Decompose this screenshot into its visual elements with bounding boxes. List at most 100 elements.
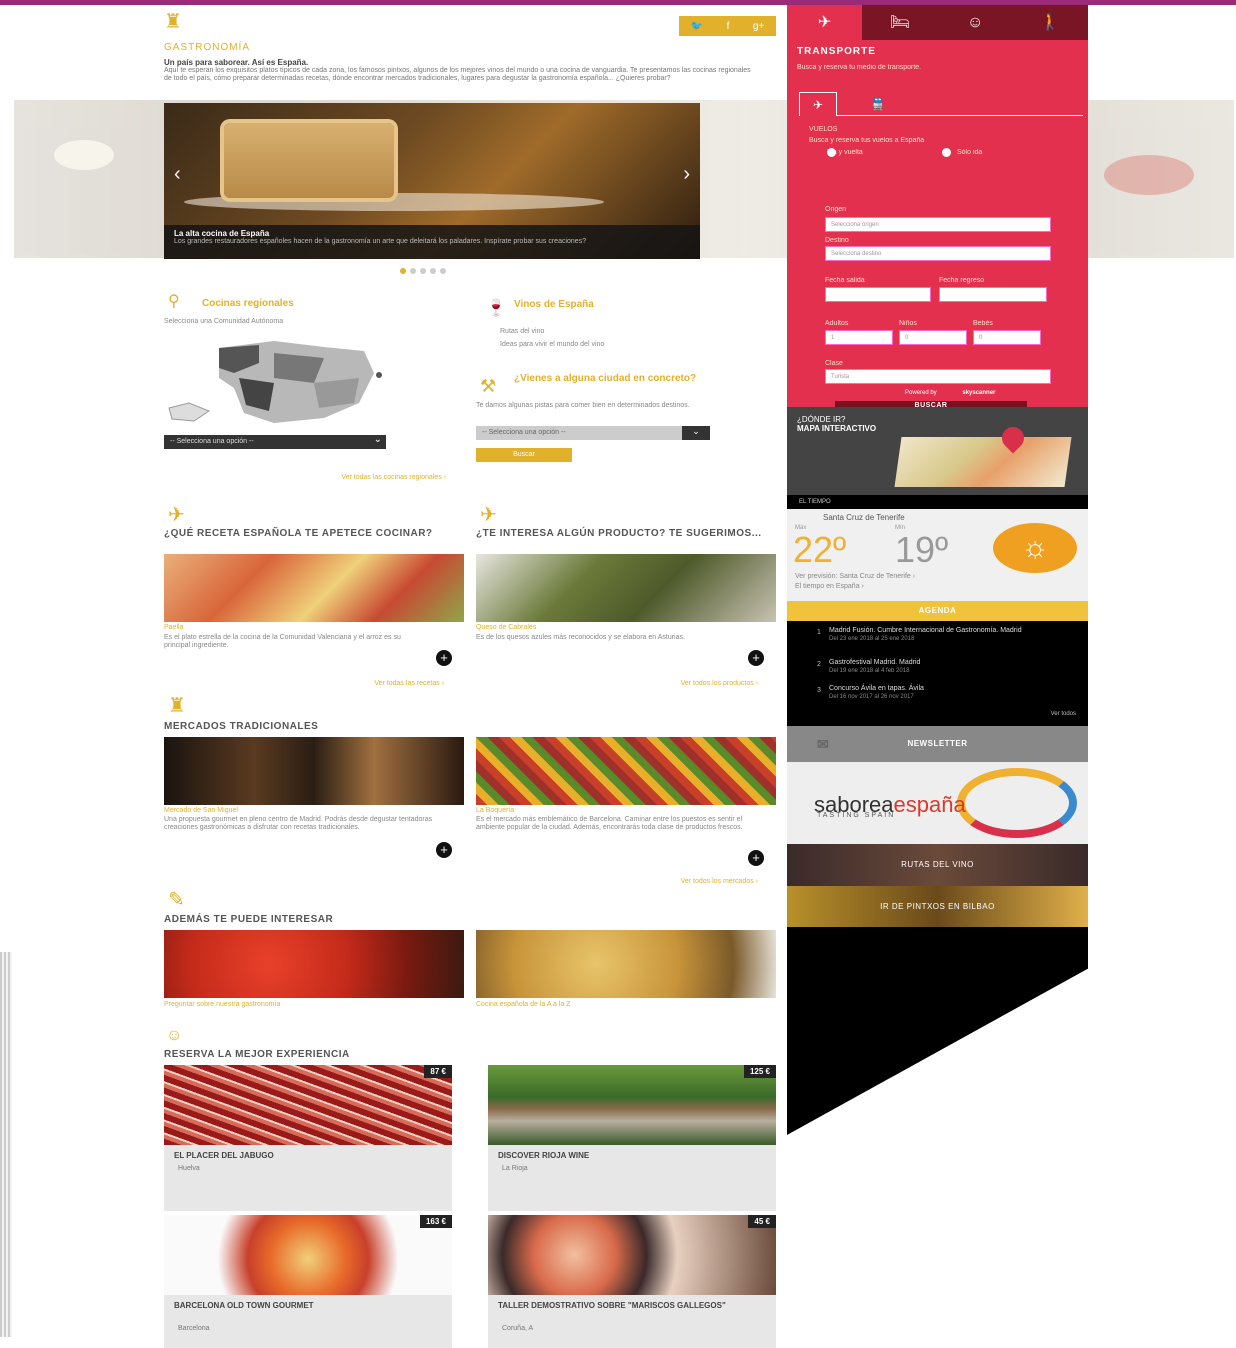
regional-select[interactable]: -- Selecciona una opción -- bbox=[164, 433, 386, 449]
agenda-title: AGENDA bbox=[787, 601, 1088, 621]
recipe-link[interactable]: Ver todas las recetas › bbox=[164, 680, 444, 687]
hero-slider[interactable]: ‹ › La alta cocina de España Los grandes… bbox=[164, 103, 700, 259]
radio-one-way-label[interactable]: Sólo ida bbox=[957, 149, 982, 156]
market-name[interactable]: La Boquería bbox=[476, 807, 514, 814]
wine-routes-banner[interactable]: RUTAS DEL VINO bbox=[787, 844, 1088, 886]
market-text: Es el mercado más emblemático de Barcelo… bbox=[476, 816, 743, 831]
slider-dot[interactable] bbox=[430, 268, 436, 274]
agenda-item-title: Concurso Ávila en tapas. Ávila bbox=[829, 685, 924, 692]
slider-dot[interactable] bbox=[400, 268, 406, 274]
map-label-1: ¿DÓNDE IR? bbox=[797, 415, 846, 424]
agenda-item-date: Del 16 nov 2017 al 26 nov 2017 bbox=[829, 694, 914, 700]
agenda-item[interactable]: Madrid Fusión. Cumbre Internacional de G… bbox=[829, 627, 1049, 643]
return-label: Fecha regreso bbox=[939, 277, 985, 284]
transport-subtitle: Busca y reserva tu medio de transporte. bbox=[797, 64, 922, 71]
experience-card[interactable]: 125 € DISCOVER RIOJA WINE La Rioja bbox=[488, 1065, 776, 1211]
product-link[interactable]: Ver todos los productos › bbox=[476, 680, 758, 687]
interactive-map-promo[interactable]: ¿DÓNDE IR? MAPA INTERACTIVO bbox=[787, 407, 1088, 495]
departure-label: Fecha salida bbox=[825, 277, 865, 284]
plus-icon[interactable]: + bbox=[436, 650, 452, 666]
saborea-espana-banner[interactable]: saboreaespaña TASTING SPAIN bbox=[787, 762, 1088, 844]
tab-activities[interactable]: 🚶 bbox=[1013, 5, 1088, 40]
regional-link[interactable]: Ver todas las cocinas regionales › bbox=[164, 474, 446, 481]
tab-experiences[interactable]: ☺ bbox=[938, 5, 1013, 40]
agenda-item[interactable]: Concurso Ávila en tapas. Ávila Del 16 nov… bbox=[829, 685, 1049, 701]
fork-knife-icon: ⚒ bbox=[480, 376, 497, 396]
kids-select[interactable]: 0 bbox=[899, 330, 967, 345]
market-image[interactable] bbox=[164, 737, 464, 805]
plus-icon[interactable]: + bbox=[748, 850, 764, 866]
product-name[interactable]: Queso de Cabrales bbox=[476, 624, 536, 631]
slider-caption-text: Los grandes restauradores españoles hace… bbox=[174, 238, 587, 245]
recipe-name[interactable]: Paella bbox=[164, 624, 183, 631]
slider-dot[interactable] bbox=[420, 268, 426, 274]
spain-weather-link[interactable]: El tiempo en España › bbox=[795, 583, 864, 590]
tab-hotels[interactable]: 🛏 bbox=[862, 5, 937, 40]
also-link[interactable]: Cocina española de la A a la Z bbox=[476, 1001, 571, 1008]
radio-round-trip[interactable] bbox=[827, 148, 836, 157]
min-temp: 19º bbox=[895, 529, 949, 570]
also-image[interactable] bbox=[476, 930, 776, 998]
experience-card[interactable]: 45 € TALLER DEMOSTRATIVO SOBRE "MARISCOS… bbox=[488, 1215, 776, 1348]
market-name[interactable]: Mercado de San Miguel bbox=[164, 807, 238, 814]
slider-next-icon[interactable]: › bbox=[683, 163, 690, 186]
market-image[interactable] bbox=[476, 737, 776, 805]
wines-item[interactable]: Ideas para vivir el mundo del vino bbox=[500, 341, 604, 349]
chevron-down-icon[interactable]: ⌄ bbox=[682, 426, 710, 440]
forecast-link[interactable]: Ver previsión: Santa Cruz de Tenerife › bbox=[795, 573, 915, 580]
class-select[interactable]: Turista bbox=[825, 369, 1051, 384]
experience-card[interactable]: 87 € EL PLACER DEL JABUGO Huelva bbox=[164, 1065, 452, 1211]
page-headline: Un país para saborear. Así es España. bbox=[164, 58, 309, 67]
return-field[interactable] bbox=[939, 287, 1047, 302]
recipe-text: Es el plato estrella de la cocina de la … bbox=[164, 634, 401, 649]
plus-icon[interactable]: + bbox=[748, 650, 764, 666]
also-image[interactable] bbox=[164, 930, 464, 998]
experience-card[interactable]: 163 € BARCELONA OLD TOWN GOURMET Barcelo… bbox=[164, 1215, 452, 1348]
newsletter-button[interactable]: ✉ NEWSLETTER bbox=[787, 726, 1088, 762]
slider-dots[interactable] bbox=[400, 268, 446, 274]
flight-tab[interactable]: ✈ bbox=[799, 92, 837, 116]
origin-field[interactable]: Selecciona origen bbox=[825, 217, 1051, 232]
slider-dot[interactable] bbox=[440, 268, 446, 274]
departure-field[interactable] bbox=[825, 287, 931, 302]
agenda-item[interactable]: Gastrofestival Madrid. Madrid Del 19 ene … bbox=[829, 659, 1049, 675]
plus-icon[interactable]: + bbox=[436, 842, 452, 858]
agenda-item-title: Gastrofestival Madrid. Madrid bbox=[829, 659, 921, 666]
leaf-icon: ✎ bbox=[168, 889, 185, 911]
babies-select[interactable]: 0 bbox=[973, 330, 1041, 345]
markets-title: MERCADOS TRADICIONALES bbox=[164, 721, 319, 732]
class-label: Clase bbox=[825, 360, 843, 367]
skyscanner-logo[interactable]: skyscanner bbox=[962, 390, 995, 396]
slider-dish bbox=[224, 123, 394, 198]
product-image[interactable] bbox=[476, 554, 776, 622]
city-select[interactable]: -- Selecciona una opción -- bbox=[476, 426, 710, 440]
facebook-icon[interactable]: f bbox=[727, 21, 730, 32]
product-text: Es de los quesos azules más reconocidos … bbox=[476, 634, 685, 641]
chef-hat-icon: ♜ bbox=[164, 11, 182, 33]
google-plus-icon[interactable]: g+ bbox=[753, 21, 764, 32]
travel-search-button[interactable]: Buscar bbox=[476, 448, 572, 462]
experience-price: 163 € bbox=[419, 1215, 452, 1228]
transport-tabs: ✈ 🛏 ☺ 🚶 bbox=[787, 5, 1088, 40]
slider-dot[interactable] bbox=[410, 268, 416, 274]
adults-select[interactable]: 1 bbox=[825, 330, 893, 345]
experience-title: DISCOVER RIOJA WINE bbox=[498, 1151, 590, 1160]
slider-prev-icon[interactable]: ‹ bbox=[174, 163, 181, 186]
tab-transport[interactable]: ✈ bbox=[787, 5, 863, 40]
also-title: ADEMÁS TE PUEDE INTERESAR bbox=[164, 914, 334, 925]
spain-map[interactable] bbox=[164, 333, 394, 428]
regional-title: Cocinas regionales bbox=[202, 298, 294, 309]
wines-item[interactable]: Rutas del vino bbox=[500, 328, 544, 336]
slider-caption-title: La alta cocina de España bbox=[174, 229, 270, 238]
twitter-icon[interactable]: 🐦 bbox=[691, 21, 703, 32]
powered-by: Powered by skyscanner bbox=[787, 385, 1088, 401]
agenda-all-link[interactable]: Ver todos bbox=[1051, 711, 1076, 717]
radio-one-way[interactable] bbox=[942, 148, 951, 157]
markets-link[interactable]: Ver todos los mercados › bbox=[476, 878, 758, 885]
envelope-icon: ✉ bbox=[817, 736, 830, 752]
also-link[interactable]: Preguntar sobre nuestra gastronomía bbox=[164, 1001, 280, 1008]
recipe-image[interactable] bbox=[164, 554, 464, 622]
destination-field[interactable]: Selecciona destino bbox=[825, 246, 1051, 261]
train-tab[interactable]: 🚆 bbox=[859, 92, 897, 116]
pintxos-banner[interactable]: IR DE PINTXOS EN BILBAO bbox=[787, 886, 1088, 928]
